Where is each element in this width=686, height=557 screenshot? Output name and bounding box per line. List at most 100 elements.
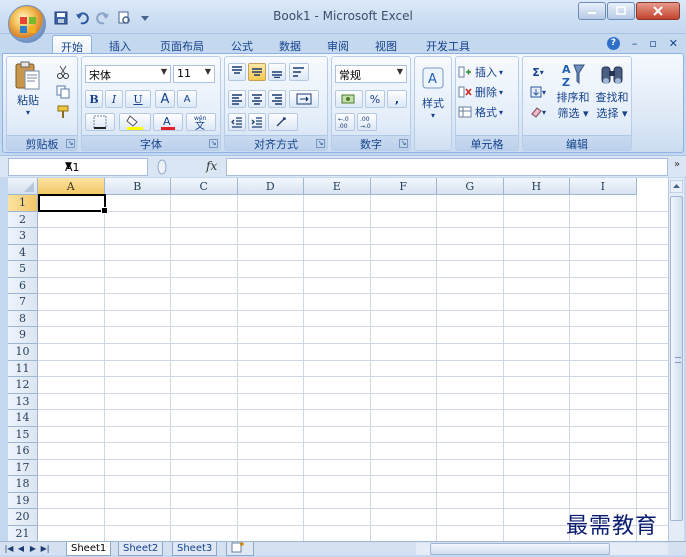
minimize-button[interactable]	[578, 2, 606, 20]
tab-home[interactable]: 开始	[52, 35, 92, 54]
align-left-button[interactable]	[228, 90, 246, 108]
row-header-14[interactable]: 14	[8, 410, 38, 427]
font-size-combo[interactable]: 11 ▼	[173, 65, 215, 83]
row-header-5[interactable]: 5	[8, 261, 38, 278]
active-cell-a1[interactable]	[38, 194, 108, 214]
decrease-decimal-button[interactable]: .00 →.0	[357, 113, 377, 131]
column-header-a[interactable]: A	[38, 178, 105, 195]
column-header-f[interactable]: F	[370, 178, 437, 195]
align-middle-button[interactable]	[248, 63, 266, 81]
fill-color-button[interactable]	[119, 113, 151, 131]
restore-icon[interactable]: ▫	[649, 37, 656, 50]
row-header-10[interactable]: 10	[8, 343, 38, 361]
horizontal-scroll-thumb[interactable]	[430, 543, 610, 555]
row-header-7[interactable]: 7	[8, 294, 38, 311]
row-header-11[interactable]: 11	[8, 360, 38, 378]
copy-button[interactable]	[53, 83, 73, 101]
clear-button[interactable]: ▾	[526, 103, 550, 121]
row-header-4[interactable]: 4	[8, 244, 38, 262]
styles-button[interactable]: A 样式 ▾	[418, 63, 448, 123]
name-box[interactable]: A1 ▼	[8, 158, 148, 176]
next-sheet-icon[interactable]: ▶	[28, 543, 38, 555]
ribbon-minimize-icon[interactable]: –	[632, 37, 638, 50]
font-name-combo[interactable]: 宋体 ▼	[85, 65, 171, 83]
delete-cells-button[interactable]: 删除 ▾	[458, 83, 516, 101]
row-header-20[interactable]: 20	[8, 509, 38, 527]
tab-page-layout[interactable]: 页面布局	[150, 35, 214, 54]
first-sheet-icon[interactable]: |◀	[4, 543, 14, 555]
row-header-13[interactable]: 13	[8, 393, 38, 411]
vertical-scroll-thumb[interactable]	[670, 196, 683, 521]
font-color-button[interactable]: A	[153, 113, 183, 131]
sheet-tab-2[interactable]: Sheet2	[118, 542, 164, 556]
row-header-19[interactable]: 19	[8, 492, 38, 510]
help-icon[interactable]: ?	[606, 37, 620, 50]
insert-sheet-button[interactable]	[226, 542, 254, 556]
italic-button[interactable]: I	[105, 90, 123, 108]
decrease-indent-button[interactable]	[228, 113, 246, 131]
maximize-button[interactable]	[607, 2, 635, 20]
shrink-font-button[interactable]: A	[177, 90, 197, 108]
row-header-17[interactable]: 17	[8, 459, 38, 477]
row-header-16[interactable]: 16	[8, 443, 38, 460]
tab-formulas[interactable]: 公式	[222, 35, 262, 54]
underline-button[interactable]: U	[125, 90, 151, 108]
tab-data[interactable]: 数据	[270, 35, 310, 54]
tab-developer[interactable]: 开发工具	[416, 35, 480, 54]
prev-sheet-icon[interactable]: ◀	[16, 543, 26, 555]
workbook-close-icon[interactable]: ✕	[669, 37, 678, 50]
tab-review[interactable]: 审阅	[318, 35, 358, 54]
format-painter-button[interactable]	[53, 103, 73, 121]
formula-input[interactable]	[226, 158, 668, 176]
column-header-b[interactable]: B	[104, 178, 171, 195]
number-format-combo[interactable]: 常规 ▼	[335, 65, 407, 83]
orientation-button[interactable]	[289, 63, 309, 81]
align-right-button[interactable]	[268, 90, 286, 108]
insert-cells-button[interactable]: 插入 ▾	[458, 63, 516, 81]
select-all-button[interactable]	[8, 178, 38, 195]
row-header-3[interactable]: 3	[8, 228, 38, 245]
autosum-button[interactable]: Σ ▾	[526, 63, 550, 81]
align-center-button[interactable]	[248, 90, 266, 108]
align-top-button[interactable]	[228, 63, 246, 81]
cut-button[interactable]	[53, 63, 73, 81]
increase-indent-button[interactable]	[248, 113, 266, 131]
row-header-9[interactable]: 9	[8, 327, 38, 344]
comma-button[interactable]: ,	[387, 90, 407, 108]
text-direction-button[interactable]	[268, 113, 298, 131]
last-sheet-icon[interactable]: ▶|	[40, 543, 50, 555]
row-header-1[interactable]: 1	[8, 195, 38, 212]
row-header-21[interactable]: 21	[8, 526, 38, 541]
sheet-tab-3[interactable]: Sheet3	[172, 542, 218, 556]
tab-insert[interactable]: 插入	[100, 35, 140, 54]
column-header-g[interactable]: G	[437, 178, 504, 195]
grow-font-button[interactable]: A	[155, 90, 175, 108]
close-button[interactable]	[636, 2, 680, 20]
find-select-button[interactable]: 查找和 选择 ▾	[593, 61, 631, 121]
clipboard-launcher-icon[interactable]: ↘	[66, 139, 75, 148]
increase-decimal-button[interactable]: ←.0.00	[335, 113, 355, 131]
name-box-dropdown-icon[interactable]: ▼	[65, 161, 153, 171]
font-launcher-icon[interactable]: ↘	[209, 139, 218, 148]
sheet-tab-1[interactable]: Sheet1	[66, 542, 112, 556]
phonetic-button[interactable]: wén 文	[186, 113, 216, 131]
row-header-6[interactable]: 6	[8, 277, 38, 295]
alignment-launcher-icon[interactable]: ↘	[316, 139, 325, 148]
align-bottom-button[interactable]	[268, 63, 286, 81]
column-header-h[interactable]: H	[503, 178, 570, 195]
fill-button[interactable]: ▾	[526, 83, 550, 101]
tab-view[interactable]: 视图	[366, 35, 406, 54]
bold-button[interactable]: B	[85, 90, 103, 108]
borders-button[interactable]	[85, 113, 115, 131]
number-launcher-icon[interactable]: ↘	[399, 139, 408, 148]
sort-filter-button[interactable]: A Z 排序和 筛选 ▾	[553, 61, 593, 121]
row-header-12[interactable]: 12	[8, 377, 38, 394]
accounting-format-button[interactable]	[335, 90, 363, 108]
worksheet-grid[interactable]: A B C D E F G H I 1 2 3 4 5 6 7 8 9 10 11 12 13 14 15 16 17 18 19 20…	[8, 178, 668, 541]
row-header-15[interactable]: 15	[8, 426, 38, 444]
formula-splitter-icon[interactable]	[156, 159, 168, 175]
paste-button[interactable]: 粘贴 ▾	[11, 61, 45, 117]
row-header-2[interactable]: 2	[8, 211, 38, 229]
column-header-i[interactable]: I	[570, 178, 637, 195]
office-button[interactable]	[8, 5, 46, 43]
